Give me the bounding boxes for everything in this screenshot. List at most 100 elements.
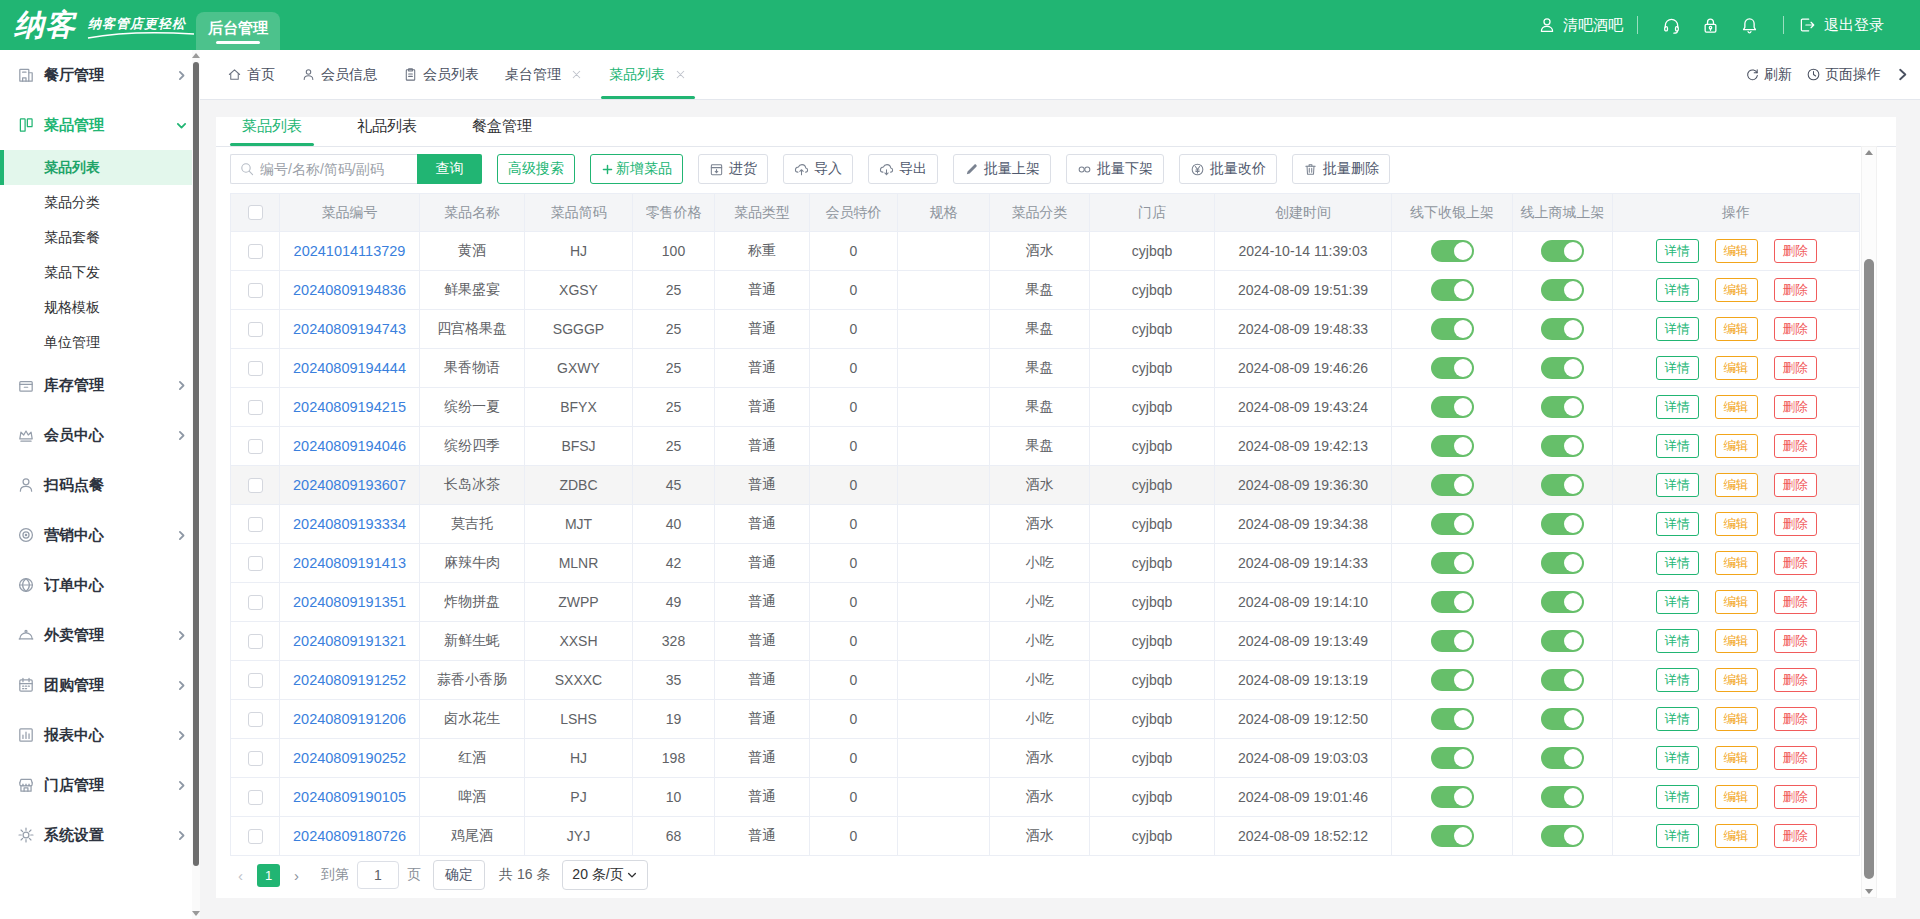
delete-button[interactable]: 删除 [1774, 473, 1817, 497]
page-actions-button[interactable]: 页面操作 [1806, 66, 1881, 84]
offline-toggle[interactable] [1431, 786, 1474, 808]
dish-code-link[interactable]: 20240809193334 [293, 516, 406, 532]
offline-toggle[interactable] [1431, 357, 1474, 379]
offline-toggle[interactable] [1431, 825, 1474, 847]
dish-code-link[interactable]: 20240809191321 [293, 633, 406, 649]
online-toggle[interactable] [1541, 825, 1584, 847]
offline-toggle[interactable] [1431, 279, 1474, 301]
online-toggle[interactable] [1541, 747, 1584, 769]
sidebar-item-团购管理[interactable]: 团购管理 [0, 660, 200, 710]
row-checkbox[interactable] [248, 244, 263, 259]
next-page-button[interactable]: › [286, 867, 307, 884]
select-all-checkbox[interactable] [248, 205, 263, 220]
detail-button[interactable]: 详情 [1656, 278, 1699, 302]
sidebar-item-菜品管理[interactable]: 菜品管理 [0, 100, 200, 150]
detail-button[interactable]: 详情 [1656, 395, 1699, 419]
headset-icon[interactable] [1662, 16, 1681, 35]
row-checkbox[interactable] [248, 751, 263, 766]
detail-button[interactable]: 详情 [1656, 629, 1699, 653]
sidebar-subitem-菜品分类[interactable]: 菜品分类 [0, 185, 200, 220]
detail-button[interactable]: 详情 [1656, 317, 1699, 341]
tab-菜品列表[interactable]: 菜品列表 [609, 50, 687, 99]
toolbar-button-批量删除[interactable]: 批量删除 [1292, 154, 1390, 184]
sidebar-item-营销中心[interactable]: 营销中心 [0, 510, 200, 560]
detail-button[interactable]: 详情 [1656, 434, 1699, 458]
row-checkbox[interactable] [248, 829, 263, 844]
close-icon[interactable] [570, 68, 583, 81]
sidebar-item-系统设置[interactable]: 系统设置 [0, 810, 200, 860]
dish-code-link[interactable]: 20240809191206 [293, 711, 406, 727]
row-checkbox[interactable] [248, 556, 263, 571]
sidebar-subitem-菜品套餐[interactable]: 菜品套餐 [0, 220, 200, 255]
tab-会员列表[interactable]: 会员列表 [403, 50, 479, 99]
dish-code-link[interactable]: 20240809194046 [293, 438, 406, 454]
sidebar-item-报表中心[interactable]: 报表中心 [0, 710, 200, 760]
online-toggle[interactable] [1541, 786, 1584, 808]
edit-button[interactable]: 编辑 [1715, 473, 1758, 497]
content-scrollbar[interactable] [1861, 146, 1877, 898]
online-toggle[interactable] [1541, 591, 1584, 613]
edit-button[interactable]: 编辑 [1715, 824, 1758, 848]
offline-toggle[interactable] [1431, 435, 1474, 457]
tab-桌台管理[interactable]: 桌台管理 [505, 50, 583, 99]
search-input[interactable] [260, 161, 400, 177]
detail-button[interactable]: 详情 [1656, 707, 1699, 731]
offline-toggle[interactable] [1431, 669, 1474, 691]
online-toggle[interactable] [1541, 669, 1584, 691]
logout-button[interactable]: 退出登录 [1798, 16, 1884, 35]
row-checkbox[interactable] [248, 595, 263, 610]
sidebar-subitem-菜品下发[interactable]: 菜品下发 [0, 255, 200, 290]
dish-code-link[interactable]: 20240809190105 [293, 789, 406, 805]
detail-button[interactable]: 详情 [1656, 824, 1699, 848]
detail-button[interactable]: 详情 [1656, 785, 1699, 809]
tabbar-expand-chevron[interactable] [1895, 67, 1910, 82]
online-toggle[interactable] [1541, 357, 1584, 379]
dish-code-link[interactable]: 20240809180726 [293, 828, 406, 844]
sidebar-item-餐厅管理[interactable]: 餐厅管理 [0, 50, 200, 100]
confirm-button[interactable]: 确定 [433, 860, 485, 890]
delete-button[interactable]: 删除 [1774, 707, 1817, 731]
row-checkbox[interactable] [248, 673, 263, 688]
edit-button[interactable]: 编辑 [1715, 590, 1758, 614]
sidebar-item-订单中心[interactable]: 订单中心 [0, 560, 200, 610]
online-toggle[interactable] [1541, 240, 1584, 262]
refresh-button[interactable]: 刷新 [1745, 66, 1792, 84]
detail-button[interactable]: 详情 [1656, 668, 1699, 692]
detail-button[interactable]: 详情 [1656, 473, 1699, 497]
dish-code-link[interactable]: 20240809194743 [293, 321, 406, 337]
sidebar-subitem-菜品列表[interactable]: 菜品列表 [0, 150, 200, 185]
content-tab-菜品列表[interactable]: 菜品列表 [230, 117, 314, 146]
edit-button[interactable]: 编辑 [1715, 746, 1758, 770]
row-checkbox[interactable] [248, 439, 263, 454]
dish-code-link[interactable]: 20240809194836 [293, 282, 406, 298]
tab-backend-admin[interactable]: 后台管理 [196, 12, 280, 50]
online-toggle[interactable] [1541, 279, 1584, 301]
edit-button[interactable]: 编辑 [1715, 278, 1758, 302]
toolbar-button-新增菜品[interactable]: 新增菜品 [590, 154, 683, 184]
sidebar-item-扫码点餐[interactable]: 扫码点餐 [0, 460, 200, 510]
tab-会员信息[interactable]: 会员信息 [301, 50, 377, 99]
dish-code-link[interactable]: 20240809193607 [293, 477, 406, 493]
sidebar-item-会员中心[interactable]: 会员中心 [0, 410, 200, 460]
row-checkbox[interactable] [248, 322, 263, 337]
detail-button[interactable]: 详情 [1656, 239, 1699, 263]
delete-button[interactable]: 删除 [1774, 434, 1817, 458]
dish-code-link[interactable]: 20240809194215 [293, 399, 406, 415]
page-number-input[interactable] [357, 861, 399, 889]
offline-toggle[interactable] [1431, 747, 1474, 769]
offline-toggle[interactable] [1431, 318, 1474, 340]
delete-button[interactable]: 删除 [1774, 239, 1817, 263]
toolbar-button-导出[interactable]: 导出 [868, 154, 938, 184]
edit-button[interactable]: 编辑 [1715, 785, 1758, 809]
current-page-button[interactable]: 1 [257, 864, 280, 887]
row-checkbox[interactable] [248, 712, 263, 727]
delete-button[interactable]: 删除 [1774, 668, 1817, 692]
dish-code-link[interactable]: 20240809190252 [293, 750, 406, 766]
row-checkbox[interactable] [248, 517, 263, 532]
sidebar-item-门店管理[interactable]: 门店管理 [0, 760, 200, 810]
toolbar-button-批量改价[interactable]: 批量改价 [1179, 154, 1277, 184]
delete-button[interactable]: 删除 [1774, 590, 1817, 614]
offline-toggle[interactable] [1431, 708, 1474, 730]
prev-page-button[interactable]: ‹ [230, 867, 251, 884]
sidebar-subitem-单位管理[interactable]: 单位管理 [0, 325, 200, 360]
